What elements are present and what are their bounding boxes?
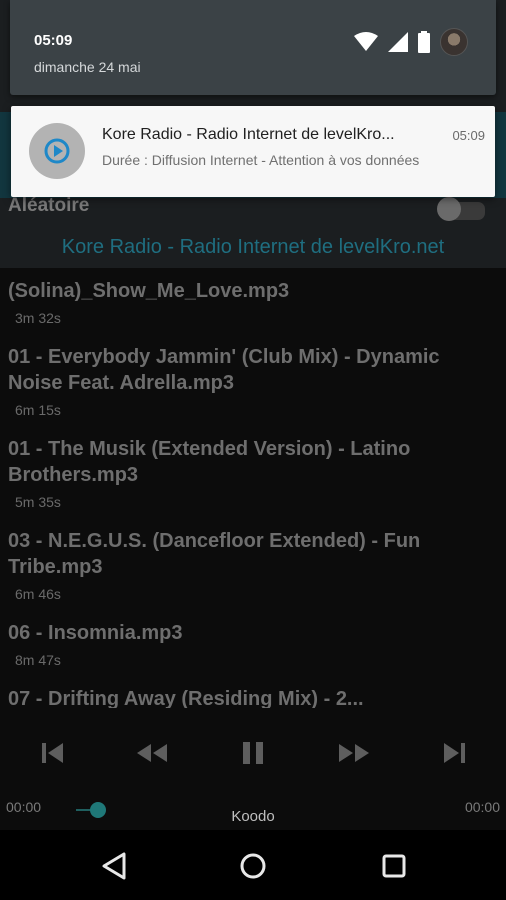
skip-previous-icon [42, 743, 63, 763]
wifi-icon [354, 32, 378, 51]
play-circle-icon [44, 138, 70, 164]
pause-icon [243, 742, 263, 764]
rewind-icon [137, 744, 167, 762]
status-icons [354, 28, 468, 56]
pause-button[interactable] [233, 738, 273, 768]
track-duration: 3m 32s [15, 310, 61, 326]
fast-forward-icon [339, 744, 369, 762]
list-item[interactable]: 03 - N.E.G.U.S. (Dancefloor Extended) - … [0, 518, 506, 610]
shuffle-label: Aléatoire [8, 195, 90, 216]
clock: 05:09 [34, 32, 73, 49]
notification-time: 05:09 [452, 128, 485, 143]
navigation-bar [0, 830, 506, 900]
date[interactable]: dimanche 24 mai [34, 59, 141, 75]
list-item[interactable]: 01 - Everybody Jammin' (Club Mix) - Dyna… [0, 334, 506, 426]
back-icon [102, 852, 126, 880]
skip-next-button[interactable] [434, 738, 474, 768]
quick-settings-shade[interactable]: 05:09 dimanche 24 mai [10, 0, 496, 95]
track-duration: 5m 35s [15, 494, 61, 510]
list-item[interactable]: (Solina)_Show_Me_Love.mp3 3m 32s [0, 268, 506, 334]
track-title: 01 - The Musik (Extended Version) - Lati… [8, 438, 411, 486]
signal-icon [388, 32, 408, 52]
skip-previous-button[interactable] [33, 738, 73, 768]
notification-app-icon [29, 123, 85, 179]
back-button[interactable] [96, 848, 132, 884]
home-button[interactable] [235, 848, 271, 884]
track-duration: 6m 15s [15, 402, 61, 418]
media-notification[interactable]: Kore Radio - Radio Internet de levelKro.… [11, 106, 495, 197]
playlist[interactable]: (Solina)_Show_Me_Love.mp3 3m 32s 01 - Ev… [0, 268, 506, 708]
notification-text: Durée : Diffusion Internet - Attention à… [102, 152, 420, 168]
track-title: 01 - Everybody Jammin' (Club Mix) - Dyna… [8, 346, 440, 394]
recents-icon [382, 854, 406, 878]
shuffle-toggle-thumb [437, 197, 461, 221]
track-title: 06 - Insomnia.mp3 [8, 622, 183, 644]
battery-icon [418, 31, 430, 53]
home-icon [240, 853, 266, 879]
track-title: 07 - Drifting Away (Residing Mix) - 2... [8, 688, 364, 708]
rewind-button[interactable] [132, 738, 172, 768]
user-avatar[interactable] [440, 28, 468, 56]
list-item[interactable]: 01 - The Musik (Extended Version) - Lati… [0, 426, 506, 518]
track-title: (Solina)_Show_Me_Love.mp3 [8, 280, 290, 302]
shuffle-toggle[interactable] [437, 197, 487, 221]
track-title: 03 - N.E.G.U.S. (Dancefloor Extended) - … [8, 530, 421, 578]
carrier-label: Koodo [231, 808, 275, 825]
fast-forward-button[interactable] [334, 738, 374, 768]
list-item[interactable]: 07 - Drifting Away (Residing Mix) - 2... [0, 676, 506, 708]
recents-button[interactable] [376, 848, 412, 884]
station-title: Kore Radio - Radio Internet de levelKro.… [61, 236, 445, 258]
notification-title: Kore Radio - Radio Internet de levelKro.… [102, 126, 395, 143]
track-duration: 6m 46s [15, 586, 61, 602]
list-item[interactable]: 06 - Insomnia.mp3 8m 47s [0, 610, 506, 676]
track-duration: 8m 47s [15, 652, 61, 668]
skip-next-icon [444, 743, 465, 763]
